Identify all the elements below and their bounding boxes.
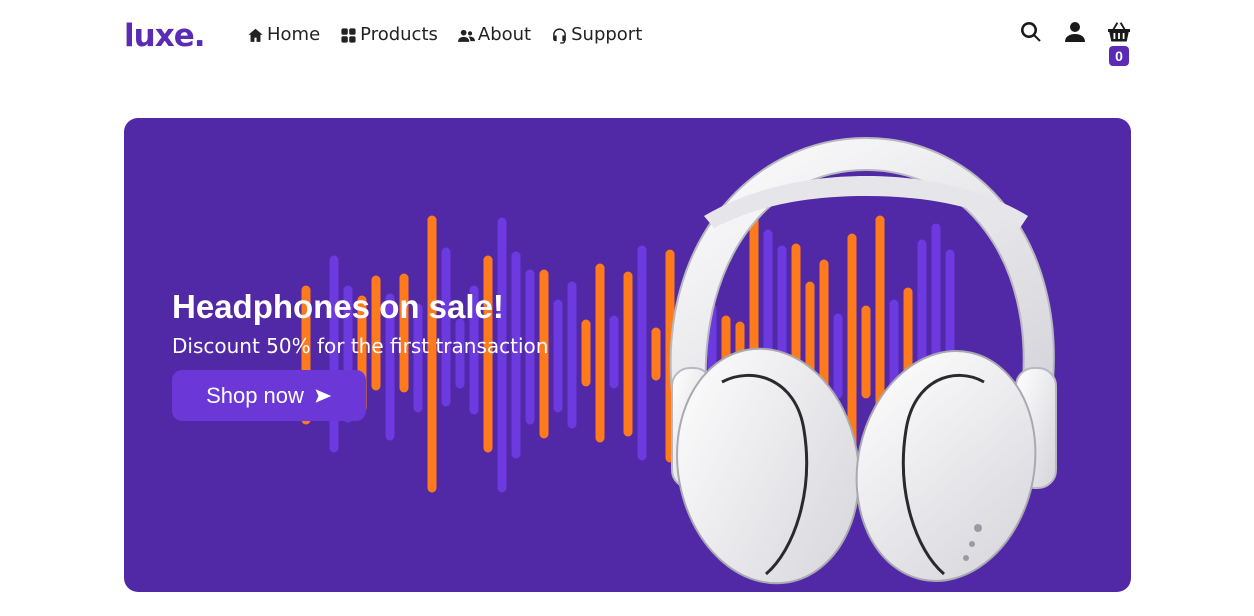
nav-item-products[interactable]: Products <box>340 22 438 48</box>
brand-logo[interactable]: luxe. <box>124 16 205 56</box>
nav-item-home[interactable]: Home <box>247 22 320 48</box>
headphones-image <box>669 136 1057 585</box>
nav-item-label: Home <box>267 24 321 45</box>
grid-icon <box>341 27 356 43</box>
cart-count-badge: 0 <box>1109 46 1129 66</box>
nav-item-about[interactable]: About <box>457 22 532 48</box>
send-arrow-icon <box>315 388 332 403</box>
user-icon <box>1065 22 1085 42</box>
nav-item-label: About <box>477 24 532 45</box>
headset-icon <box>553 27 567 44</box>
hero-banner: Headphones on sale! Discount 50% for the… <box>124 118 1131 592</box>
users-icon <box>457 29 475 42</box>
shop-now-label: Shop now <box>206 382 304 408</box>
nav-item-label: Support <box>571 24 643 45</box>
site-header: luxe. Home Products About Support 0 <box>124 14 1131 66</box>
main-nav: Home Products About Support <box>247 22 642 48</box>
hero-title: Headphones on sale! <box>172 288 504 325</box>
account-button[interactable] <box>1063 20 1087 46</box>
cart-button[interactable]: 0 <box>1107 20 1131 66</box>
search-icon <box>1020 22 1041 42</box>
home-icon <box>248 28 263 42</box>
search-button[interactable] <box>1019 20 1043 46</box>
shop-now-button[interactable]: Shop now <box>172 370 366 421</box>
hero-subtitle: Discount 50% for the first transaction <box>172 334 549 358</box>
basket-icon <box>1108 22 1130 42</box>
nav-item-support[interactable]: Support <box>551 22 642 48</box>
header-actions: 0 <box>1019 20 1131 66</box>
hero-text: Headphones on sale! Discount 50% for the… <box>172 286 548 360</box>
nav-item-label: Products <box>360 24 438 45</box>
